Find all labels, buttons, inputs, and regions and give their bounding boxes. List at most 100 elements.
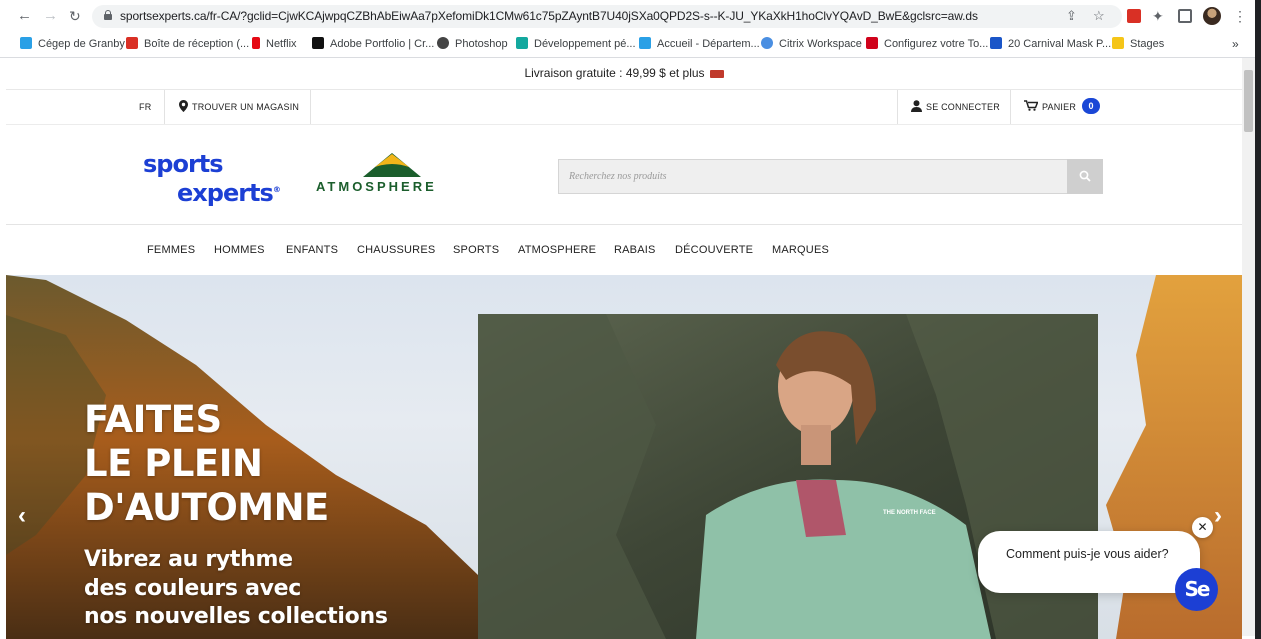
- browser-toolbar: ← → ↻ sportsexperts.ca/fr-CA/?gclid=CjwK…: [0, 0, 1261, 34]
- bookmark-photoshop[interactable]: Photoshop: [437, 37, 508, 50]
- chat-launcher-button[interactable]: Se: [1175, 568, 1218, 611]
- mountain-icon: [363, 153, 421, 177]
- bookmark-b-icon: [990, 37, 1002, 49]
- nav-chaussures[interactable]: CHAUSSURES: [357, 225, 435, 275]
- adobe-portfolio-icon: [312, 37, 324, 49]
- bookmark-label: Adobe Portfolio | Cr...: [330, 38, 435, 50]
- menu-kebab-icon[interactable]: ⋮: [1233, 8, 1247, 24]
- side-panel-icon[interactable]: [1178, 9, 1192, 23]
- sports-experts-logo[interactable]: sports experts®: [143, 150, 281, 207]
- nav-decouverte[interactable]: DÉCOUVERTE: [675, 225, 753, 275]
- reload-icon[interactable]: ↻: [69, 8, 81, 24]
- utility-bar: FR TROUVER UN MAGASIN SE CONNECTER PANIE…: [6, 90, 1242, 125]
- nav-marques[interactable]: MARQUES: [772, 225, 829, 275]
- hero-title: FAITES LE PLEIN D'AUTOMNE: [84, 398, 329, 530]
- bookmark-carnival[interactable]: 20 Carnival Mask P...: [990, 37, 1111, 50]
- bookmark-favicon: [20, 37, 32, 49]
- bookmark-configurez[interactable]: Configurez votre To...: [866, 37, 988, 50]
- window-frame: [1255, 0, 1261, 639]
- bookmark-label: Boîte de réception (...: [144, 38, 250, 50]
- divider: [310, 90, 311, 124]
- jacket-brand-text: THE NORTH FACE: [883, 510, 936, 516]
- store-finder-label: TROUVER UN MAGASIN: [192, 102, 300, 112]
- share-icon[interactable]: ⇪: [1066, 8, 1077, 24]
- location-pin-icon: [179, 100, 188, 112]
- cart-icon: [1024, 100, 1039, 111]
- search-input[interactable]: [559, 160, 1059, 193]
- logo-text-line2-wrap: experts®: [143, 177, 281, 207]
- nav-enfants[interactable]: ENFANTS: [286, 225, 338, 275]
- promo-text: Livraison gratuite : 49,99 $ et plus: [524, 66, 705, 80]
- pdf-extension-icon[interactable]: [1127, 9, 1141, 23]
- globe-icon: [437, 37, 449, 49]
- bookmark-cegep[interactable]: Cégep de Granby: [20, 37, 125, 50]
- chat-prompt-bubble[interactable]: Comment puis-je vous aider?: [978, 531, 1200, 593]
- nav-hommes[interactable]: HOMMES: [214, 225, 265, 275]
- back-icon[interactable]: ←: [17, 8, 32, 24]
- scrollbar-thumb[interactable]: [1244, 70, 1253, 132]
- divider: [1010, 90, 1011, 124]
- cart-link[interactable]: PANIER 0: [1024, 90, 1101, 124]
- search-box: [558, 159, 1067, 194]
- more-bookmarks-button[interactable]: »: [1232, 37, 1239, 51]
- bookmark-adobe-portfolio[interactable]: Adobe Portfolio | Cr...: [312, 37, 434, 50]
- bookmark-label: Netflix: [266, 38, 297, 50]
- bookmark-netflix[interactable]: Netflix: [252, 37, 297, 50]
- hero-subtitle-line: Vibrez au rythme: [84, 547, 293, 572]
- bookmark-label: Photoshop: [455, 38, 508, 50]
- sharepoint-icon: [639, 37, 651, 49]
- login-link[interactable]: SE CONNECTER: [911, 90, 1000, 124]
- divider: [164, 90, 165, 124]
- netflix-icon: [252, 37, 260, 49]
- hero-subtitle: Vibrez au rythme des couleurs avec nos n…: [84, 546, 388, 632]
- nav-sports[interactable]: SPORTS: [453, 225, 499, 275]
- nav-rabais[interactable]: RABAIS: [614, 225, 656, 275]
- atmosphere-wordmark: ATMOSPHERE: [316, 179, 437, 194]
- folder-icon: [1112, 37, 1124, 49]
- main-nav: FEMMES HOMMES ENFANTS CHAUSSURES SPORTS …: [6, 225, 1242, 276]
- carousel-prev-arrow[interactable]: ‹: [18, 502, 26, 530]
- site-header: sports experts® ATMOSPHERE: [6, 125, 1242, 225]
- carousel-next-arrow[interactable]: ›: [1214, 502, 1222, 530]
- bookmark-citrix[interactable]: Citrix Workspace: [761, 37, 862, 50]
- bookmark-label: Citrix Workspace: [779, 38, 862, 50]
- url-text[interactable]: sportsexperts.ca/fr-CA/?gclid=CjwKCAjwpq…: [120, 9, 978, 23]
- bookmarks-bar: Cégep de Granby Boîte de réception (... …: [0, 33, 1261, 58]
- cube-icon: [516, 37, 528, 49]
- profile-avatar[interactable]: [1203, 7, 1221, 25]
- citrix-icon: [761, 37, 773, 49]
- promo-banner: Livraison gratuite : 49,99 $ et plus: [6, 58, 1242, 90]
- nav-atmosphere[interactable]: ATMOSPHERE: [518, 225, 596, 275]
- bookmark-developpement[interactable]: Développement pé...: [516, 37, 636, 50]
- gmail-icon: [126, 37, 138, 49]
- bookmark-gmail[interactable]: Boîte de réception (...: [126, 37, 249, 50]
- cart-count-badge: 0: [1082, 98, 1101, 114]
- star-icon[interactable]: ☆: [1093, 8, 1105, 24]
- search-button[interactable]: [1067, 159, 1103, 194]
- cart-label: PANIER: [1042, 102, 1077, 112]
- chat-close-button[interactable]: ✕: [1192, 517, 1213, 538]
- address-bar[interactable]: sportsexperts.ca/fr-CA/?gclid=CjwKCAjwpq…: [92, 5, 1122, 28]
- logo-text-line2: experts: [177, 179, 274, 207]
- bookmark-label: 20 Carnival Mask P...: [1008, 38, 1112, 50]
- truck-icon: [709, 70, 724, 78]
- puzzle-extensions-icon[interactable]: ✦: [1152, 8, 1164, 24]
- store-finder-link[interactable]: TROUVER UN MAGASIN: [179, 90, 299, 124]
- divider: [897, 90, 898, 124]
- bookmark-stages[interactable]: Stages: [1112, 37, 1164, 50]
- hero-title-line: D'AUTOMNE: [84, 486, 329, 529]
- login-label: SE CONNECTER: [926, 102, 1000, 112]
- bookmark-accueil[interactable]: Accueil - Départem...: [639, 37, 760, 50]
- forward-icon[interactable]: →: [43, 8, 58, 24]
- bookmark-label: Configurez votre To...: [884, 38, 989, 50]
- bookmark-label: Stages: [1130, 38, 1165, 50]
- search-icon: [1079, 170, 1091, 182]
- language-toggle[interactable]: FR: [139, 90, 151, 124]
- chat-prompt-text: Comment puis-je vous aider?: [1006, 547, 1169, 561]
- atmosphere-logo[interactable]: ATMOSPHERE: [316, 151, 456, 195]
- toyota-icon: [866, 37, 878, 49]
- logo-text-line1: sports: [143, 150, 224, 178]
- nav-femmes[interactable]: FEMMES: [147, 225, 195, 275]
- bookmark-label: Accueil - Départem...: [657, 38, 760, 50]
- page-scrollbar[interactable]: [1242, 58, 1255, 636]
